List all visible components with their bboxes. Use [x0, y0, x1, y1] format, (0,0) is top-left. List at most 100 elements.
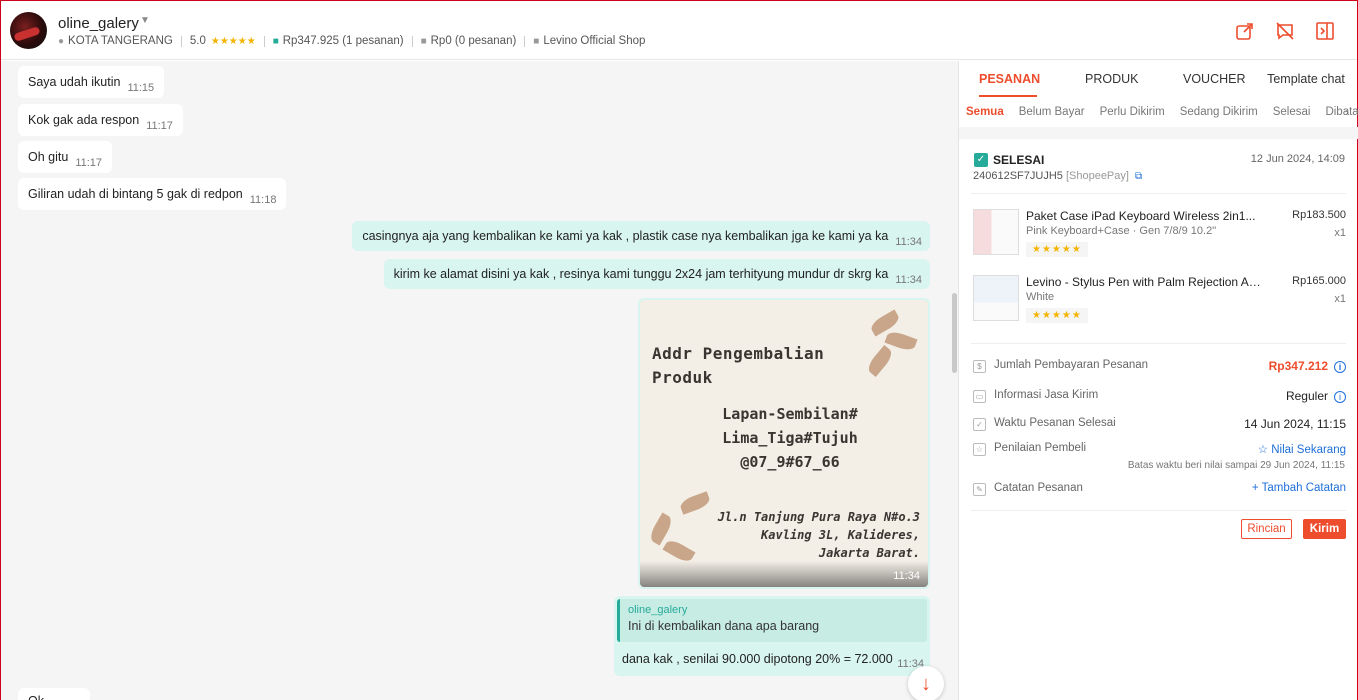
- chat-header: oline_galery ▼ ● KOTA TANGERANG 5.0 ★★★★…: [1, 1, 1357, 60]
- leaf-decoration: [678, 491, 712, 515]
- payment-row: $ Jumlah Pembayaran Pesanan Rp347.212 i: [973, 359, 1346, 377]
- calendar-check-icon: ✓: [973, 418, 986, 431]
- message-incoming: Ok: [18, 688, 90, 700]
- shop-name[interactable]: oline_galery: [58, 15, 139, 32]
- chevron-down-icon[interactable]: ▼: [140, 15, 150, 26]
- divider: [263, 35, 265, 47]
- tab-produk[interactable]: PRODUK: [1085, 61, 1138, 97]
- quoted-message[interactable]: oline_galery Ini di kembalikan dana apa …: [617, 599, 927, 642]
- quoted-text: Ini di kembalikan dana apa barang: [628, 619, 820, 633]
- product-price: Rp165.000: [1292, 275, 1346, 287]
- image-address: Jl.n Tanjung Pura Raya N#o.3 Kavling 3L,…: [717, 510, 920, 560]
- review-icon: ☆: [973, 443, 986, 456]
- product-rating-stars: ★★★★★: [1026, 308, 1088, 323]
- review-row: ☆ Penilaian Pembeli ☆ Nilai Sekarang: [973, 442, 1346, 460]
- order-panel: PESANAN PRODUK VOUCHER Template chat Sem…: [958, 61, 1358, 700]
- shop-rating: 5.0: [189, 35, 206, 47]
- message-text: Ok: [28, 694, 44, 700]
- subtab-perlu-dikirim[interactable]: Perlu Dikirim: [1100, 106, 1165, 118]
- shipping-value: Reguler i: [1286, 389, 1346, 403]
- product-qty: x1: [1334, 227, 1346, 239]
- message-time: 11:17: [146, 120, 173, 132]
- divider: [971, 510, 1346, 511]
- message-image[interactable]: Addr Pengembalian Produk Lapan-Sembilan#…: [638, 298, 930, 589]
- store-label[interactable]: Levino Official Shop: [543, 35, 645, 47]
- subtab-dibatalkan[interactable]: Dibata: [1325, 106, 1358, 118]
- order-product[interactable]: Paket Case iPad Keyboard Wireless 2in1..…: [973, 209, 1346, 263]
- shop-meta: ● KOTA TANGERANG 5.0 ★★★★★ ■ Rp347.925 (…: [58, 35, 645, 47]
- header-actions: [1233, 19, 1337, 43]
- message-text: casingnya aja yang kembalikan ke kami ya…: [362, 229, 889, 243]
- message-time: 11:18: [249, 194, 277, 206]
- collapse-panel-icon[interactable]: [1313, 19, 1337, 43]
- chevron-right-icon[interactable]: ›: [1345, 105, 1349, 119]
- paid-total: Rp347.925 (1 pesanan): [282, 35, 404, 47]
- external-link-icon[interactable]: ⧉: [1135, 171, 1142, 182]
- message-time: 11:34: [893, 570, 920, 582]
- truck-icon: ▭: [973, 390, 986, 403]
- panel-gap: [959, 127, 1358, 139]
- message-incoming: Giliran udah di bintang 5 gak di redpon 1…: [18, 178, 287, 210]
- tab-voucher[interactable]: VOUCHER: [1183, 61, 1246, 97]
- message-text: kirim ke alamat disini ya kak , resinya …: [393, 267, 889, 281]
- product-price: Rp183.500: [1292, 209, 1346, 221]
- scroll-down-button[interactable]: ↓: [908, 666, 944, 700]
- message-reply: oline_galery Ini di kembalikan dana apa …: [614, 596, 930, 676]
- divider: [971, 343, 1346, 344]
- leaf-decoration: [864, 345, 896, 377]
- order-status: SELESAI: [993, 153, 1045, 167]
- block-chat-icon[interactable]: [1273, 19, 1297, 43]
- product-qty: x1: [1334, 293, 1346, 305]
- chat-area[interactable]: Saya udah ikutin 11:15 Kok gak ada respon…: [1, 61, 958, 700]
- shop-location: KOTA TANGERANG: [68, 35, 173, 47]
- paid-order-icon: ■: [272, 35, 279, 47]
- shop-avatar[interactable]: [10, 12, 47, 49]
- product-name: Paket Case iPad Keyboard Wireless 2in1..…: [1026, 209, 1256, 223]
- unpaid-order-icon: ■: [420, 35, 427, 47]
- shipping-row: ▭ Informasi Jasa Kirim Reguler i: [973, 389, 1346, 407]
- order-product[interactable]: Levino - Stylus Pen with Palm Rejection …: [973, 275, 1346, 329]
- message-time: 11:15: [127, 82, 155, 94]
- share-icon[interactable]: [1233, 19, 1257, 43]
- tab-template-chat[interactable]: Template chat: [1266, 61, 1346, 97]
- message-incoming: Saya udah ikutin 11:15: [18, 66, 165, 98]
- divider: [180, 35, 182, 47]
- arrow-down-icon: ↓: [921, 672, 931, 695]
- message-text: Giliran udah di bintang 5 gak di redpon: [28, 187, 243, 201]
- chat-scrollbar[interactable]: [952, 293, 957, 373]
- product-variant: Pink Keyboard+Case · Gen 7/8/9 10.2": [1026, 225, 1217, 237]
- tab-pesanan[interactable]: PESANAN: [979, 61, 1040, 97]
- completed-value: 14 Jun 2024, 11:15: [1244, 417, 1346, 431]
- info-icon[interactable]: i: [1334, 391, 1346, 403]
- payment-value: Rp347.212 i: [1269, 359, 1346, 373]
- check-clipboard-icon: ✓: [974, 153, 988, 167]
- rate-now-link[interactable]: ☆ Nilai Sekarang: [1258, 442, 1346, 456]
- divider: [524, 35, 526, 47]
- divider: [411, 35, 413, 47]
- message-text: Oh gitu: [28, 150, 69, 164]
- message-incoming: Kok gak ada respon 11:17: [18, 104, 183, 136]
- order-id: 240612SF7JUJH5 [ShopeePay] ⧉: [973, 170, 1143, 182]
- product-thumbnail: [973, 209, 1019, 255]
- order-date: 12 Jun 2024, 14:09: [1250, 153, 1345, 165]
- product-variant: White: [1026, 291, 1055, 303]
- note-icon: ✎: [973, 483, 986, 496]
- subtab-sedang-dikirim[interactable]: Sedang Dikirim: [1180, 106, 1258, 118]
- message-text: Saya udah ikutin: [28, 75, 121, 89]
- subtab-selesai[interactable]: Selesai: [1273, 106, 1311, 118]
- image-shade: [640, 561, 928, 587]
- completed-row: ✓ Waktu Pesanan Selesai 14 Jun 2024, 11:…: [973, 417, 1346, 435]
- message-outgoing: casingnya aja yang kembalikan ke kami ya…: [352, 221, 930, 251]
- subtab-belum-bayar[interactable]: Belum Bayar: [1019, 106, 1085, 118]
- details-button[interactable]: Rincian: [1241, 519, 1292, 539]
- info-icon[interactable]: i: [1334, 361, 1346, 373]
- message-text: dana kak , senilai 90.000 dipotong 20% =…: [622, 652, 893, 666]
- image-title: Addr Pengembalian Produk: [652, 344, 825, 387]
- send-button[interactable]: Kirim: [1303, 519, 1346, 539]
- add-note-link[interactable]: + Tambah Catatan: [1252, 482, 1346, 494]
- message-text: Kok gak ada respon: [28, 113, 140, 127]
- store-icon: ■: [533, 35, 540, 47]
- subtab-semua[interactable]: Semua: [966, 106, 1004, 118]
- return-address-image[interactable]: Addr Pengembalian Produk Lapan-Sembilan#…: [640, 300, 928, 587]
- panel-tabs: PESANAN PRODUK VOUCHER Template chat: [959, 61, 1358, 97]
